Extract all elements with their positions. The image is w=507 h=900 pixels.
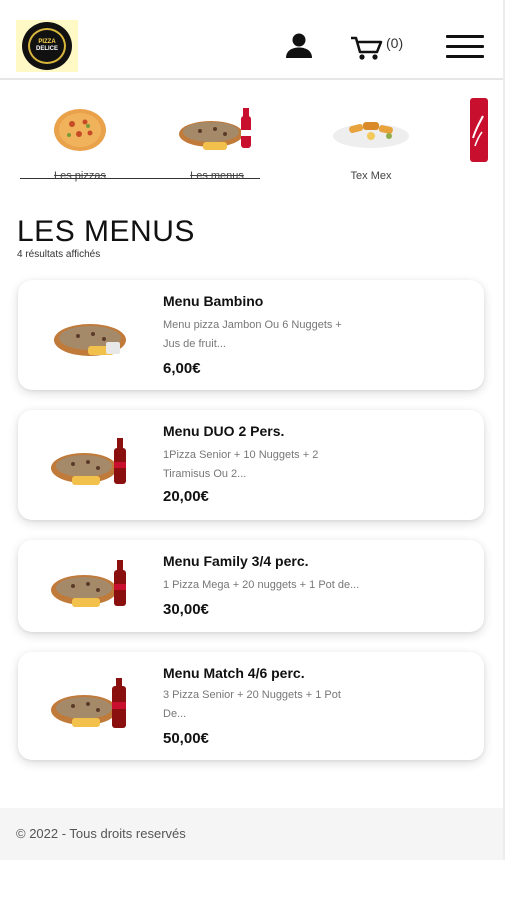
menu-card[interactable]: Menu DUO 2 Pers. 1Pizza Senior + 10 Nugg… [18,410,484,520]
menu-price: 6,00€ [163,360,201,377]
pizza-image [25,102,135,158]
category-texmex[interactable]: Tex Mex [316,92,426,187]
category-label: Tex Mex [350,170,392,182]
category-divider [20,178,260,179]
menu-description: 1Pizza Senior + 10 Nuggets + 2 Tiramisus… [163,449,319,480]
user-icon[interactable] [284,31,314,61]
footer: © 2022 - Tous droits reservés [0,808,503,860]
menu-card[interactable]: Menu Match 4/6 perc. 3 Pizza Senior + 20… [18,652,484,760]
logo-disc: PIZZA DELICE [22,22,72,70]
cart-icon [351,36,383,60]
logo-text-top: PIZZA [38,39,56,45]
page-edge [503,0,505,860]
logo-ring: PIZZA DELICE [28,28,66,64]
menu-name: Menu Match 4/6 perc. [163,665,305,681]
logo[interactable]: PIZZA DELICE [16,20,78,72]
header: PIZZA DELICE (0) [0,0,503,80]
category-label: Les menus [190,170,244,182]
menu-price: 50,00€ [163,730,209,747]
menu-price: 20,00€ [163,488,209,505]
menu-card[interactable]: Menu Family 3/4 perc. 1 Pizza Mega + 20 … [18,540,484,632]
cart-button[interactable]: (0) [350,34,403,62]
category-drinks[interactable] [448,92,503,187]
menu-name: Menu Bambino [163,293,264,309]
menu-image [162,102,272,158]
menu-image [51,678,126,728]
menu-description: Menu pizza Jambon Ou 6 Nuggets + Jus de … [163,319,342,350]
texmex-image [316,102,426,158]
results-count: 4 résultats affichés [17,249,101,260]
category-strip: Les pizzas Les menus Tex Mex [0,92,503,192]
logo-text-bottom: DELICE [35,46,58,52]
menu-name: Menu Family 3/4 perc. [163,553,309,569]
menu-card[interactable]: Menu Bambino Menu pizza Jambon Ou 6 Nugg… [18,280,484,390]
copyright-text: © 2022 - Tous droits reservés [16,826,186,841]
category-label: Les pizzas [54,170,106,182]
menu-price: 30,00€ [163,601,209,618]
menu-description: 1 Pizza Mega + 20 nuggets + 1 Pot de... [163,579,360,591]
menu-image [54,324,126,356]
category-pizzas[interactable]: Les pizzas [25,92,135,187]
menu-icon[interactable] [446,35,484,59]
drink-image [468,98,503,162]
cart-count: (0) [386,35,404,51]
page-title: LES MENUS [17,215,195,248]
category-menus[interactable]: Les menus [162,92,272,187]
menu-name: Menu DUO 2 Pers. [163,423,285,439]
menu-image [51,438,126,485]
menu-description: 3 Pizza Senior + 20 Nuggets + 1 Pot De..… [163,689,341,720]
menu-image [51,560,126,607]
